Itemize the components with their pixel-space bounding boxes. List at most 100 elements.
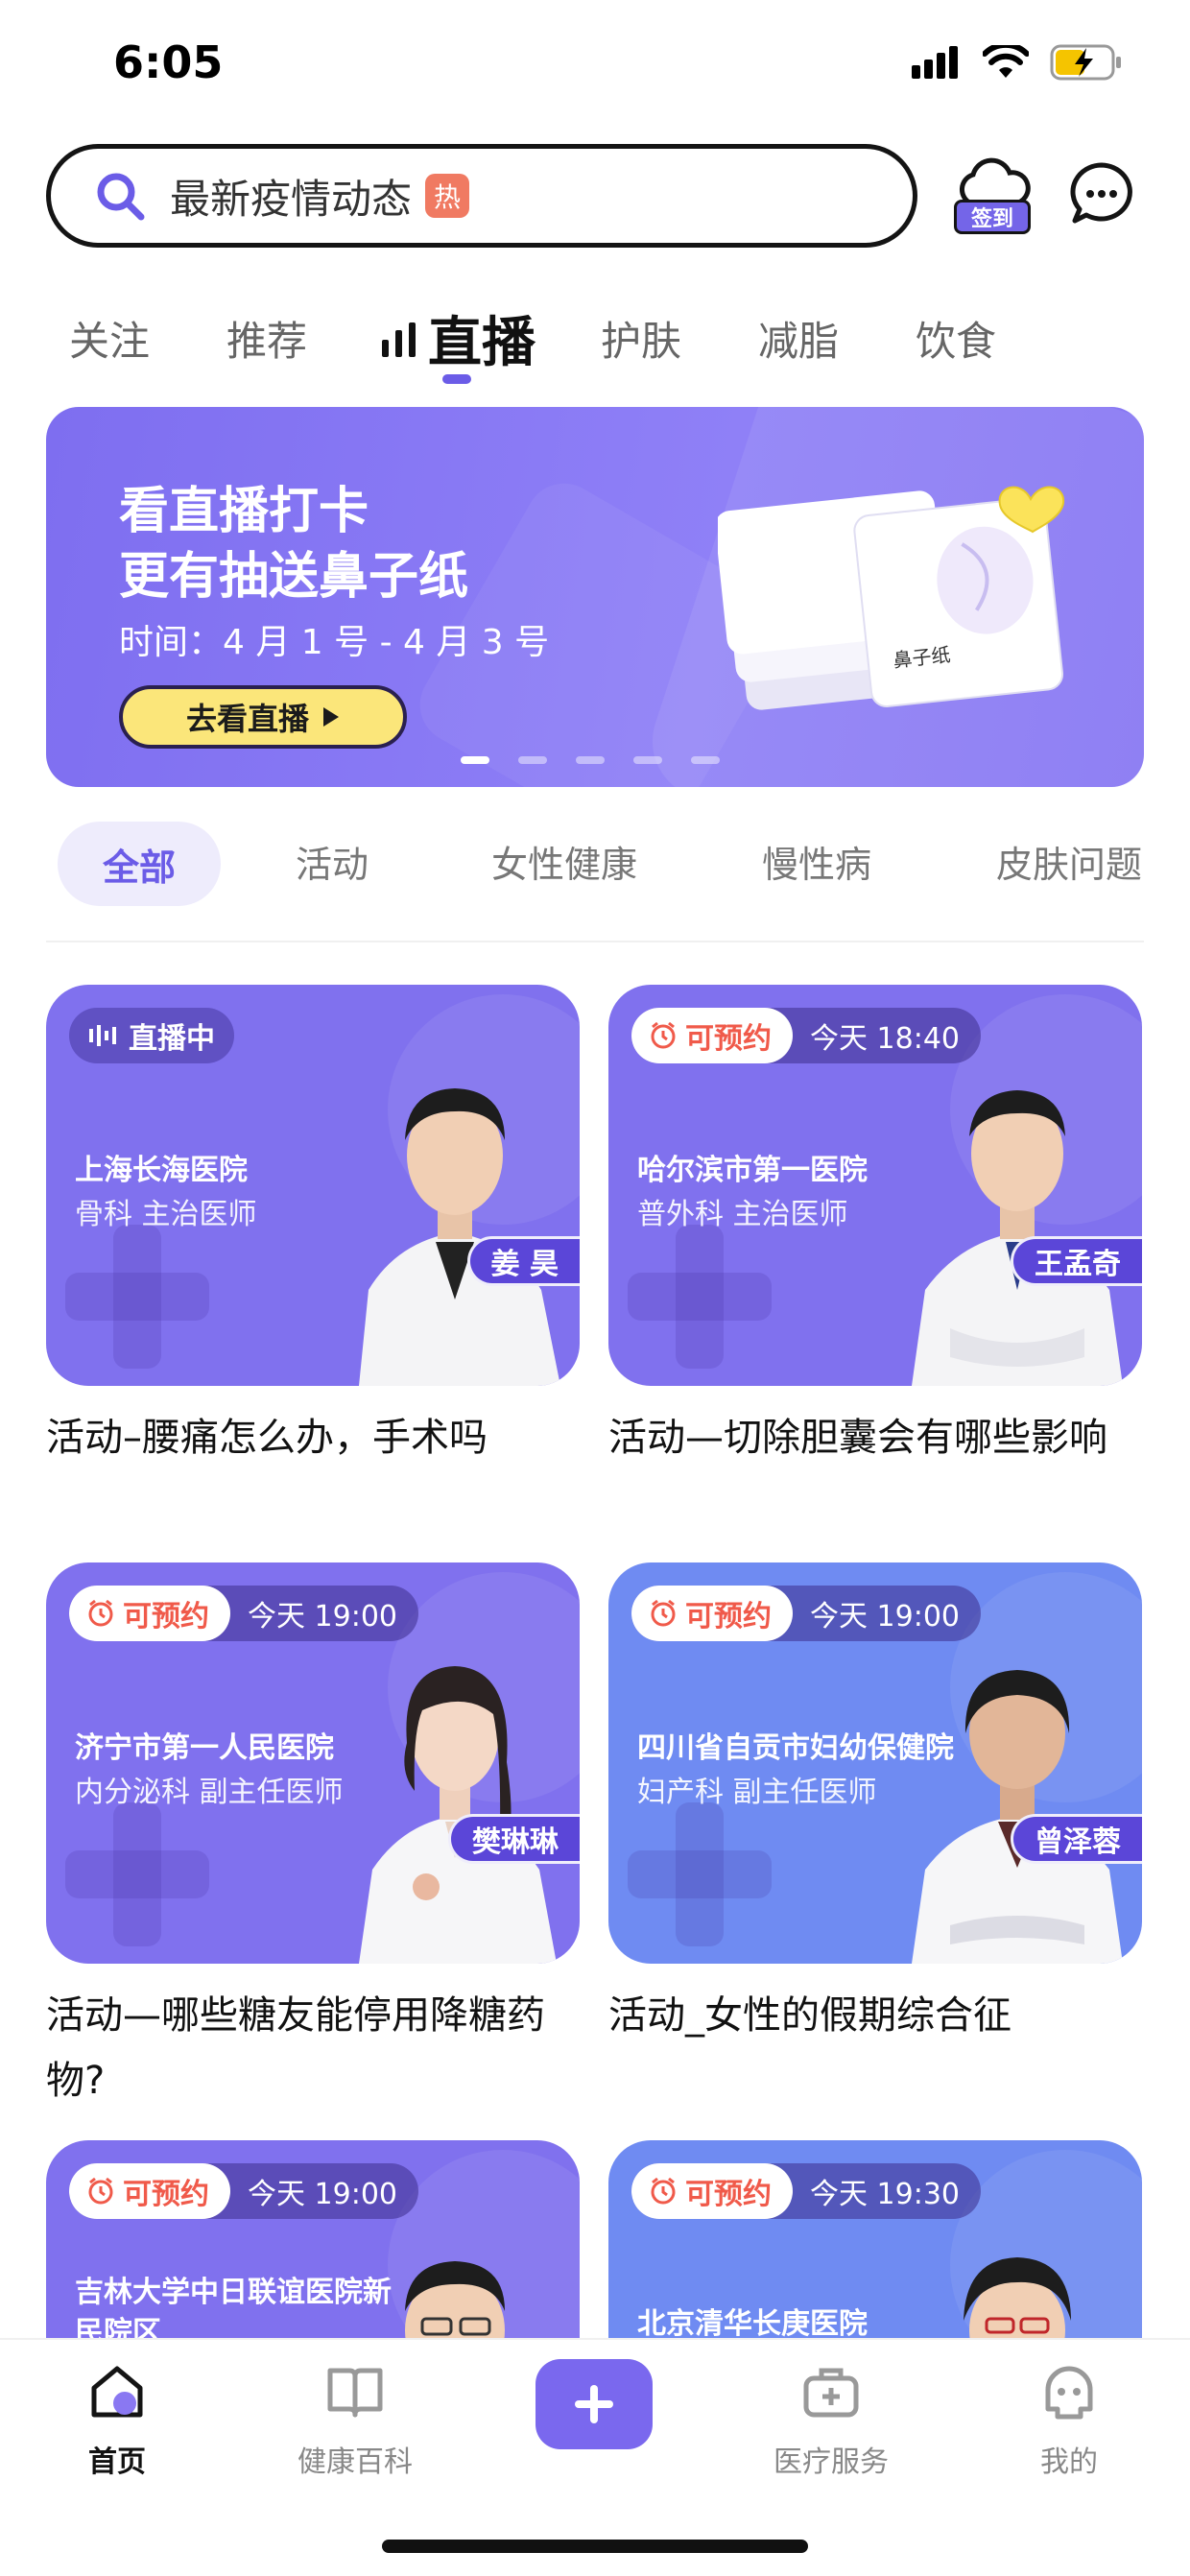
doctor-name-tag: 姜 昊 xyxy=(466,1236,580,1286)
reservable-badge[interactable]: 可预约 xyxy=(631,2163,793,2219)
hospital-name: 哈尔滨市第一医院 xyxy=(637,1154,868,1187)
live-status-label: 直播中 xyxy=(129,1022,215,1056)
reservable-badge[interactable]: 可预约 xyxy=(631,1586,793,1641)
card-cover: 可预约 今天 19:00 四川省自贡市妇幼保健院 妇产科 副主任医师 曾泽蓉 xyxy=(608,1562,1142,1964)
live-status-chip: 直播中 xyxy=(69,1008,234,1063)
wifi-icon xyxy=(983,45,1029,78)
doctor-name-tag: 王孟奇 xyxy=(1011,1236,1142,1286)
alarm-clock-icon xyxy=(651,1021,676,1049)
live-card[interactable]: 直播中 上海长海医院 骨科 主治医师 姜 昊 活动–腰痛怎么办，手术吗 xyxy=(46,985,580,1470)
nav-profile[interactable]: 我的 xyxy=(983,2361,1155,2480)
banner-time: 时间：4 月 1 号 - 4 月 3 号 xyxy=(119,623,550,662)
doctor-photo xyxy=(912,1090,1123,1386)
divider xyxy=(46,941,1144,942)
reservable-badge[interactable]: 可预约 xyxy=(631,1008,793,1063)
doctor-name-tag: 曾泽蓉 xyxy=(1011,1814,1142,1864)
category-tabs: 关注 推荐 直播 护肤 减脂 饮食 xyxy=(0,299,1190,386)
book-icon xyxy=(327,2368,383,2418)
search-placeholder: 最新疫情动态 xyxy=(170,175,413,223)
live-card[interactable]: 可预约 今天 18:40 哈尔滨市第一医院 普外科 主治医师 王孟奇 活动—切除… xyxy=(608,985,1142,1470)
nav-health-wiki[interactable]: 健康百科 xyxy=(269,2361,441,2480)
tab-fat-loss[interactable]: 减脂 xyxy=(758,309,839,368)
doctor-photo xyxy=(359,1088,560,1386)
checkin-label: 签到 xyxy=(954,200,1031,234)
card-title[interactable]: 活动_女性的假期综合征 xyxy=(608,1983,1142,2048)
tissue-package-image: 鼻子纸 xyxy=(718,486,1065,710)
status-icons xyxy=(912,44,1123,81)
doctor-photo xyxy=(359,1666,557,1964)
message-icon[interactable] xyxy=(1067,159,1136,228)
banner-title-line1: 看直播打卡 xyxy=(119,483,369,540)
card-title[interactable]: 活动—哪些糖友能停用降糖药物? xyxy=(46,1983,580,2113)
reservable-label: 可预约 xyxy=(685,1022,772,1056)
card-cover: 可预约 今天 19:00 济宁市第一人民医院 内分泌科 副主任医师 樊琳琳 xyxy=(46,1562,580,1964)
tab-live[interactable]: 直播 xyxy=(428,299,536,377)
filter-skin-problems[interactable]: 皮肤问题 xyxy=(996,835,1142,888)
play-triangle-icon xyxy=(323,707,339,727)
live-wave-icon xyxy=(89,1025,116,1046)
search-bar[interactable]: 最新疫情动态 热 xyxy=(46,144,917,248)
reservable-label: 可预约 xyxy=(123,1600,209,1634)
watch-live-button[interactable]: 去看直播 xyxy=(119,685,407,749)
card-title[interactable]: 活动—切除胆囊会有哪些影响 xyxy=(608,1405,1142,1470)
alarm-clock-icon xyxy=(651,2177,676,2205)
banner-title-line2: 更有抽送鼻子纸 xyxy=(119,548,469,606)
tab-skincare[interactable]: 护肤 xyxy=(601,309,681,368)
doctor-department: 普外科 主治医师 xyxy=(637,1198,848,1231)
tab-follow[interactable]: 关注 xyxy=(69,309,150,368)
hospital-name: 北京清华长庚医院 xyxy=(637,2307,868,2341)
reservable-label: 可预约 xyxy=(685,1600,772,1634)
carousel-dots xyxy=(461,756,720,764)
hot-badge: 热 xyxy=(425,174,470,218)
hospital-name: 济宁市第一人民医院 xyxy=(75,1731,334,1765)
carousel-dot[interactable] xyxy=(576,756,605,764)
nav-home[interactable]: 首页 xyxy=(31,2361,203,2480)
filter-all[interactable]: 全部 xyxy=(58,822,221,906)
tab-recommend[interactable]: 推荐 xyxy=(226,309,307,368)
filter-womens-health[interactable]: 女性健康 xyxy=(491,835,637,888)
nav-medical-services[interactable]: 医疗服务 xyxy=(745,2361,917,2480)
card-cover: 可预约 今天 18:40 哈尔滨市第一医院 普外科 主治医师 王孟奇 xyxy=(608,985,1142,1386)
card-cover: 直播中 上海长海医院 骨科 主治医师 姜 昊 xyxy=(46,985,580,1386)
plus-icon xyxy=(575,2385,613,2423)
doctor-department: 骨科 主治医师 xyxy=(75,1198,257,1231)
doctor-name-tag: 樊琳琳 xyxy=(448,1814,580,1864)
live-bars-icon xyxy=(382,322,416,357)
reservable-label: 可预约 xyxy=(685,2178,772,2211)
filter-bar: 全部 活动 女性健康 慢性病 皮肤问题 xyxy=(0,822,1190,908)
alarm-clock-icon xyxy=(88,2177,113,2205)
promo-banner[interactable]: 看直播打卡 更有抽送鼻子纸 时间：4 月 1 号 - 4 月 3 号 去看直播 … xyxy=(46,407,1144,787)
status-time: 6:05 xyxy=(113,36,224,88)
carousel-dot[interactable] xyxy=(691,756,720,764)
cellular-signal-icon xyxy=(912,46,958,79)
status-bar: 6:05 xyxy=(0,0,1190,134)
profile-icon xyxy=(1045,2366,1093,2420)
reservable-badge[interactable]: 可预约 xyxy=(69,1586,230,1641)
live-card[interactable]: 可预约 今天 19:00 四川省自贡市妇幼保健院 妇产科 副主任医师 曾泽蓉 活… xyxy=(608,1562,1142,2048)
checkin-button[interactable]: 签到 xyxy=(954,155,1031,236)
tab-diet[interactable]: 饮食 xyxy=(916,309,996,368)
active-tab-indicator xyxy=(442,374,471,384)
doctor-department: 妇产科 副主任医师 xyxy=(637,1776,877,1809)
reservable-label: 可预约 xyxy=(123,2178,209,2211)
watch-live-label: 去看直播 xyxy=(185,701,309,737)
add-button[interactable] xyxy=(536,2359,653,2449)
nav-profile-label: 我的 xyxy=(1040,2445,1098,2479)
medical-kit-icon xyxy=(803,2368,859,2418)
hospital-name: 上海长海医院 xyxy=(75,1154,248,1187)
plus-decoration xyxy=(628,1225,772,1369)
filter-activity[interactable]: 活动 xyxy=(296,835,369,888)
carousel-dot[interactable] xyxy=(633,756,662,764)
filter-chronic-disease[interactable]: 慢性病 xyxy=(762,835,871,888)
reservable-badge[interactable]: 可预约 xyxy=(69,2163,230,2219)
carousel-dot[interactable] xyxy=(518,756,547,764)
alarm-clock-icon xyxy=(651,1599,676,1627)
battery-charging-icon xyxy=(1050,44,1121,81)
card-title[interactable]: 活动–腰痛怎么办，手术吗 xyxy=(46,1405,580,1470)
live-card[interactable]: 可预约 今天 19:00 济宁市第一人民医院 内分泌科 副主任医师 樊琳琳 活动… xyxy=(46,1562,580,2113)
carousel-dot-active[interactable] xyxy=(461,756,489,764)
nav-home-label: 首页 xyxy=(88,2445,146,2479)
doctor-department: 内分泌科 副主任医师 xyxy=(75,1776,344,1809)
plus-decoration xyxy=(628,1802,772,1946)
nav-health-wiki-label: 健康百科 xyxy=(298,2445,413,2479)
